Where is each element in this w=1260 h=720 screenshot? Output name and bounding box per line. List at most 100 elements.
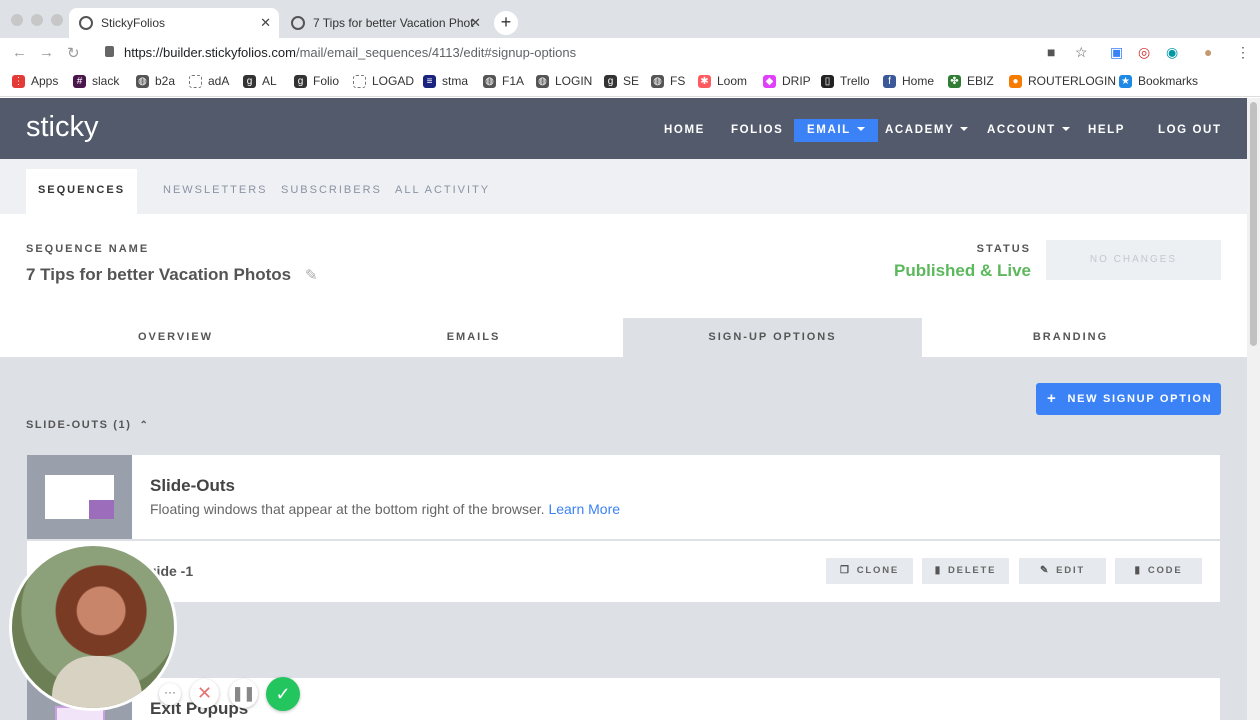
bookmark-al[interactable]: g AL (243, 74, 277, 88)
bookmark-ada[interactable]: adA (189, 74, 229, 88)
recorder-pause-icon[interactable]: ❚❚ (229, 679, 258, 708)
bookmark-slack[interactable]: # slack (73, 74, 119, 88)
recorder-more-button[interactable]: ··· (159, 683, 181, 705)
stma-icon: ≡ (423, 74, 436, 88)
bookmark-loom[interactable]: ✱ Loom (698, 74, 747, 88)
no-changes-button[interactable]: NO CHANGES (1046, 240, 1221, 280)
code-button[interactable]: ▮ CODE (1115, 558, 1202, 584)
browser-tab-vacation-photos[interactable]: 7 Tips for better Vacation Phot ✕ (281, 8, 489, 38)
subtab-newsletters[interactable]: NEWSLETTERS (163, 184, 268, 196)
edit-label: EDIT (1056, 565, 1086, 576)
bookmark-se[interactable]: g SE (604, 74, 639, 88)
tab-title: StickyFolios (101, 16, 166, 30)
webcam-bubble[interactable] (9, 543, 177, 711)
globe-icon: ◍ (536, 74, 549, 88)
new-tab-button[interactable]: + (494, 11, 518, 35)
bookmark-label: Bookmarks (1138, 74, 1199, 88)
pencil-icon[interactable]: ✎ (305, 266, 318, 284)
bookmark-label: LOGIN (555, 74, 593, 88)
clone-button[interactable]: ❐ CLONE (826, 558, 913, 584)
nav-academy[interactable]: ACADEMY (885, 119, 969, 142)
chevron-down-icon (960, 127, 969, 131)
delete-button[interactable]: ▮ DELETE (922, 558, 1009, 584)
bookmark-trello[interactable]: ▯ Trello (821, 74, 870, 88)
page-scrollbar[interactable] (1247, 98, 1260, 720)
url-field[interactable]: https://builder.stickyfolios.com/mail/em… (124, 45, 576, 60)
thumbnail-slide (89, 500, 114, 519)
nav-account-label: ACCOUNT (987, 124, 1056, 136)
edit-button[interactable]: ✎ EDIT (1019, 558, 1106, 584)
nav-folios[interactable]: FOLIOS (731, 119, 783, 142)
bookmark-home[interactable]: f Home (883, 74, 934, 88)
trello-icon: ▯ (821, 74, 834, 88)
chevron-down-icon (856, 127, 865, 131)
tab-branding[interactable]: BRANDING (921, 318, 1220, 357)
star-icon: ★ (1119, 74, 1132, 88)
browser-tab-stickyfolios[interactable]: StickyFolios ✕ (69, 8, 279, 38)
bookmark-f1a[interactable]: ◍ F1A (483, 74, 524, 88)
bookmark-routerlogin[interactable]: ● ROUTERLOGIN (1009, 74, 1116, 88)
bookmark-stma[interactable]: ≡ stma (423, 74, 468, 88)
chevron-up-icon: ⌃ (139, 420, 150, 431)
pencil-icon: ✎ (1039, 565, 1051, 576)
bookmark-label: DRIP (782, 74, 811, 88)
extension-circle-icon[interactable]: ◉ (1166, 44, 1178, 61)
learn-more-link[interactable]: Learn More (548, 501, 620, 517)
bookmark-apps[interactable]: ⋮ Apps (12, 74, 58, 88)
bookmark-label: b2a (155, 74, 176, 88)
bookmark-bookmarks[interactable]: ★ Bookmarks (1119, 74, 1198, 88)
bookmark-folio[interactable]: g Folio (294, 74, 339, 88)
close-tab-icon[interactable]: ✕ (470, 15, 481, 31)
nav-email[interactable]: EMAIL (794, 119, 878, 142)
nav-logout[interactable]: LOG OUT (1158, 119, 1222, 142)
profile-avatar-icon[interactable]: ● (1204, 44, 1212, 60)
subtab-sequences[interactable]: SEQUENCES (26, 169, 137, 214)
tab-emails[interactable]: EMAILS (324, 318, 623, 357)
browser-menu-icon[interactable]: ⋮ (1236, 44, 1250, 61)
reload-icon[interactable]: ↻ (67, 44, 80, 62)
subtab-all-activity[interactable]: ALL ACTIVITY (395, 184, 490, 196)
camera-icon[interactable]: ■ (1047, 44, 1055, 60)
scrollbar-thumb[interactable] (1250, 102, 1257, 346)
bookmark-star-icon[interactable]: ☆ (1075, 44, 1088, 61)
bookmark-drip[interactable]: ◆ DRIP (763, 74, 811, 88)
nav-home[interactable]: HOME (664, 119, 705, 142)
subtab-subscribers[interactable]: SUBSCRIBERS (281, 184, 382, 196)
extension-code-icon[interactable]: ▣ (1110, 44, 1123, 61)
recorder-done-icon[interactable]: ✓ (266, 677, 300, 711)
back-arrow-icon[interactable]: ← (12, 44, 27, 61)
slack-icon: # (73, 74, 86, 88)
nav-account[interactable]: ACCOUNT (987, 119, 1070, 142)
sticky-logo[interactable]: sticky (26, 111, 99, 144)
close-tab-icon[interactable]: ✕ (260, 15, 271, 31)
bookmark-b2a[interactable]: ◍ b2a (136, 74, 175, 88)
nav-help[interactable]: HELP (1088, 119, 1125, 142)
facebook-icon: f (883, 74, 896, 88)
webcam-person (52, 656, 142, 708)
forward-arrow-icon[interactable]: → (39, 44, 54, 61)
tab-signup-options[interactable]: SIGN-UP OPTIONS (623, 318, 922, 357)
extension-spiral-icon[interactable]: ◎ (1138, 44, 1150, 61)
bookmark-ebiz[interactable]: ✤ EBIZ (948, 74, 994, 88)
bookmark-label: Trello (840, 74, 870, 88)
close-window-button[interactable] (11, 14, 23, 26)
g-icon: g (604, 74, 617, 88)
bookmark-label: stma (442, 74, 469, 88)
bookmark-logad[interactable]: LOGAD (353, 74, 414, 88)
bookmark-label: Apps (31, 74, 59, 88)
recorder-cancel-icon[interactable]: ✕ (190, 679, 219, 708)
bookmark-label: Loom (717, 74, 748, 88)
clone-label: CLONE (856, 565, 899, 576)
nav-email-label: EMAIL (807, 124, 851, 136)
slideouts-section-toggle[interactable]: SLIDE-OUTS (1) ⌃ (26, 419, 150, 431)
maximize-window-button[interactable] (51, 14, 63, 26)
new-signup-option-button[interactable]: + NEW SIGNUP OPTION (1036, 383, 1221, 415)
bookmark-label: SE (623, 74, 640, 88)
tab-overview[interactable]: OVERVIEW (26, 318, 325, 357)
sequence-name: 7 Tips for better Vacation Photos (26, 265, 292, 284)
loom-icon: ✱ (698, 74, 711, 88)
router-icon: ● (1009, 74, 1022, 88)
bookmark-login[interactable]: ◍ LOGIN (536, 74, 592, 88)
minimize-window-button[interactable] (31, 14, 43, 26)
bookmark-fs[interactable]: ◍ FS (651, 74, 685, 88)
